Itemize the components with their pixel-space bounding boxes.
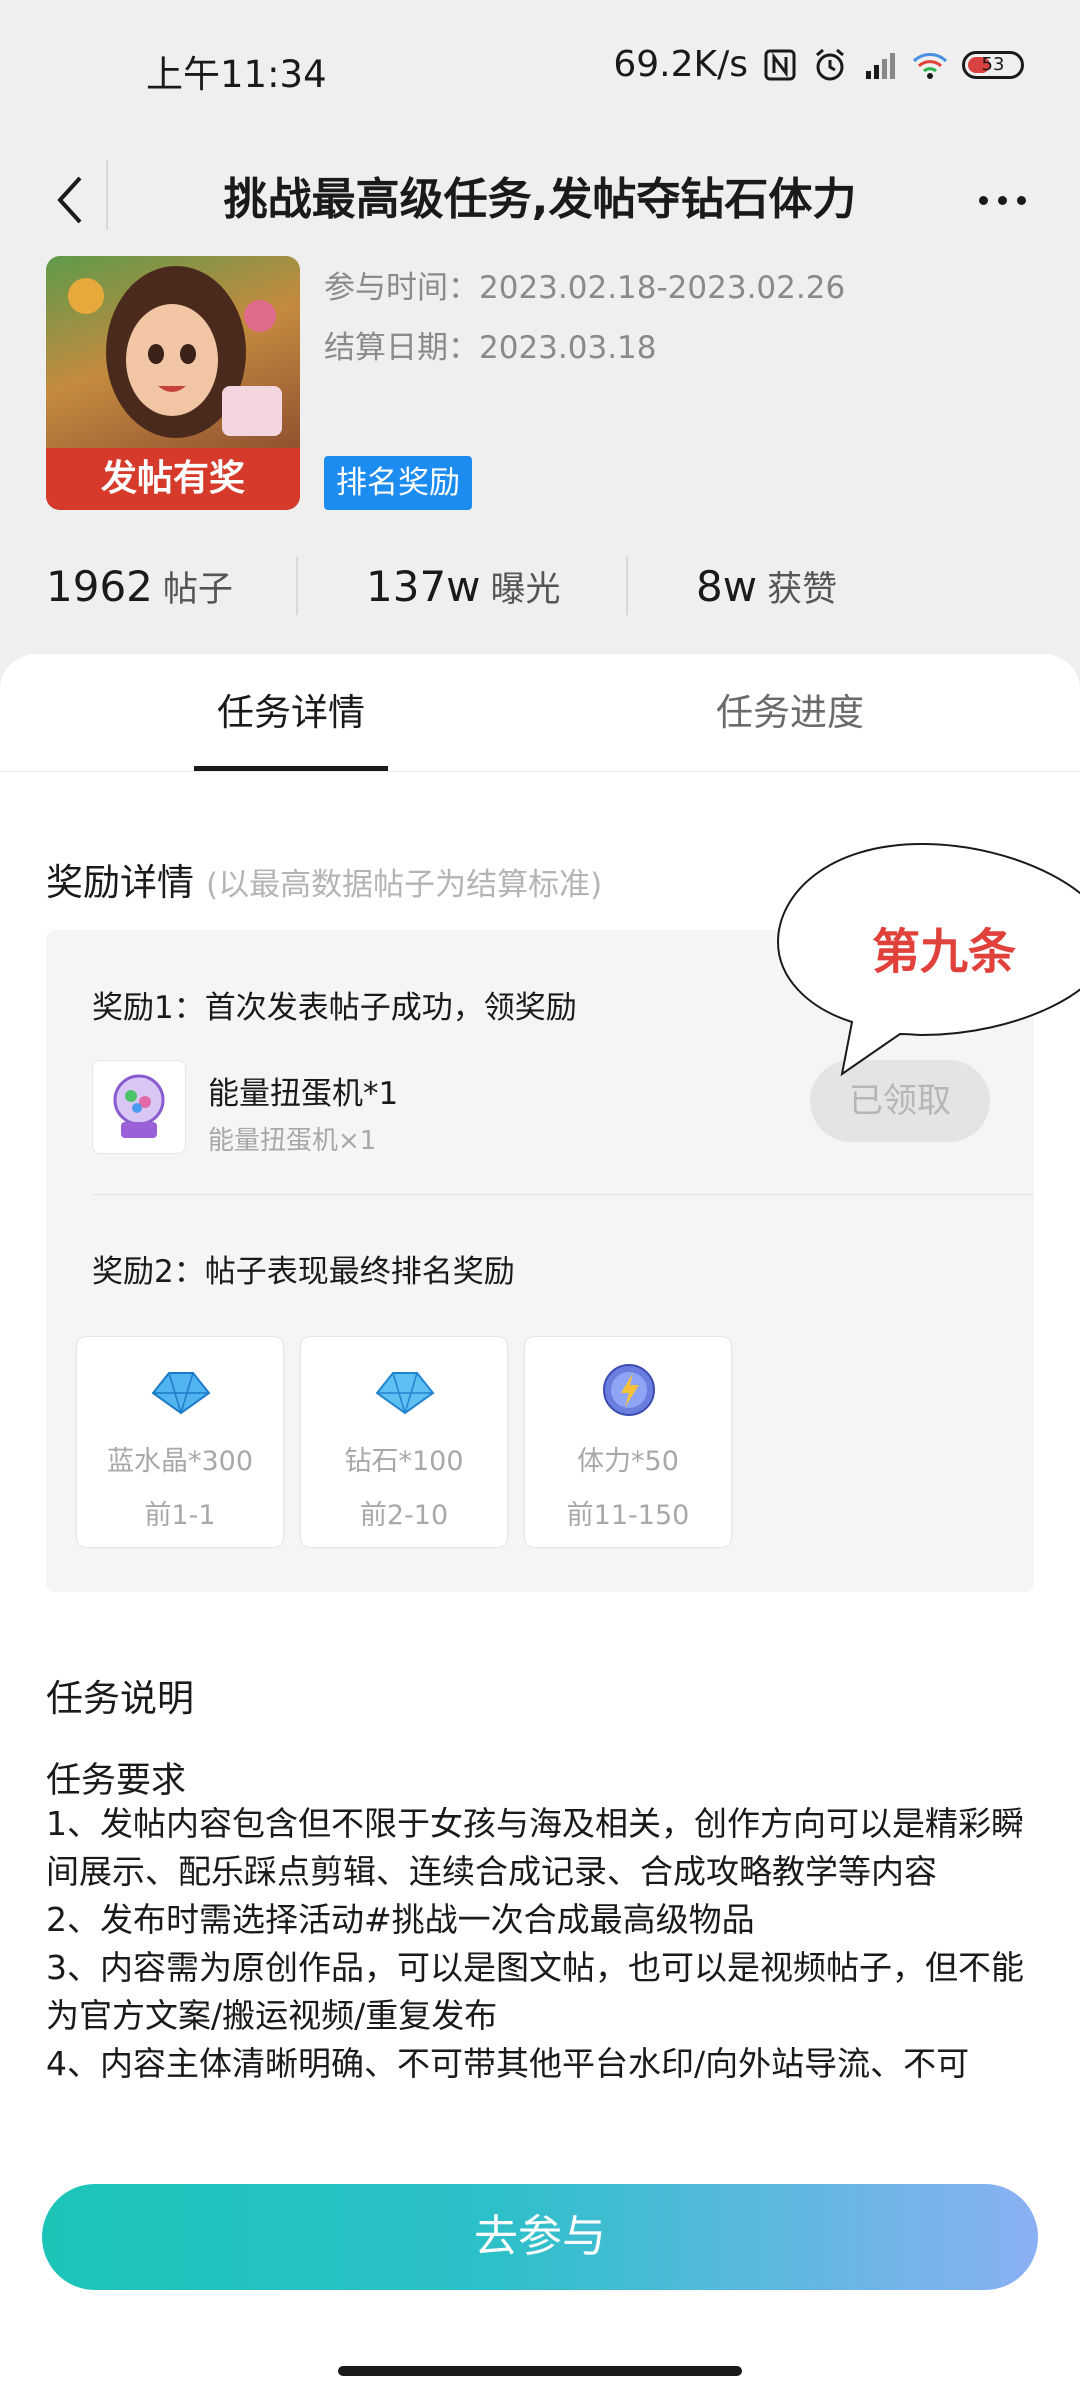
more-dot xyxy=(997,195,1007,205)
tab-bar: 任务详情 任务进度 xyxy=(0,654,1080,772)
blue-crystal-icon xyxy=(151,1372,211,1415)
network-speed: 69.2K/s xyxy=(613,44,748,85)
requirement-title: 任务要求 xyxy=(46,1761,187,1801)
reward2-title: 奖励2：帖子表现最终排名奖励 xyxy=(92,1254,515,1290)
more-button[interactable] xyxy=(952,140,1052,260)
requirement-item: 1、发帖内容包含但不限于女孩与海及相关，创作方向可以是精彩瞬间展示、配乐踩点剪辑… xyxy=(46,1804,1024,1891)
alarm-icon xyxy=(816,48,844,80)
reward1-item-name: 能量扭蛋机*1 xyxy=(208,1076,399,1112)
prize-name: 蓝水晶*300 xyxy=(106,1446,254,1477)
requirement-list: 1、发帖内容包含但不限于女孩与海及相关，创作方向可以是精彩瞬间展示、配乐踩点剪辑… xyxy=(46,1800,1036,2088)
stat-posts: 1962 帖子 xyxy=(46,552,233,622)
join-button[interactable]: 去参与 xyxy=(42,2184,1038,2290)
nfc-icon xyxy=(764,49,796,80)
more-dot xyxy=(978,195,988,205)
cover-banner: 发帖有奖 xyxy=(46,448,300,510)
reward1-title: 奖励1：首次发表帖子成功，领奖励 xyxy=(92,990,577,1026)
prize-rank: 前1-1 xyxy=(144,1500,216,1531)
settlement-date: 结算日期：2023.03.18 xyxy=(324,330,657,366)
stat-likes: 8w 获赞 xyxy=(696,552,837,622)
prize-card: 钻石*100 前2-10 xyxy=(300,1336,508,1548)
stat-exposure: 137w 曝光 xyxy=(366,552,561,622)
stat-value: 1962 xyxy=(46,562,153,611)
requirement-item: 2、发布时需选择活动#挑战一次合成最高级物品 xyxy=(46,1900,755,1939)
stat-unit: 帖子 xyxy=(162,570,233,610)
diamond-icon xyxy=(375,1372,435,1415)
task-stats: 1962 帖子 137w 曝光 8w 获赞 xyxy=(0,552,1080,622)
character-illustration xyxy=(68,266,282,438)
prize-rank: 前2-10 xyxy=(359,1500,449,1531)
stat-value: 8w xyxy=(696,562,758,611)
stat-divider xyxy=(626,557,628,615)
prize-name: 钻石*100 xyxy=(344,1446,464,1477)
battery-icon: 53 xyxy=(962,50,1024,79)
ranking-reward-tag: 排名奖励 xyxy=(324,456,472,510)
tab-task-progress[interactable]: 任务进度 xyxy=(690,654,890,772)
energy-icon xyxy=(603,1364,655,1416)
requirement-item: 3、内容需为原创作品，可以是图文帖，也可以是视频帖子，但不能为官方文案/搬运视频… xyxy=(46,1948,1024,2035)
participation-time: 参与时间：2023.02.18-2023.02.26 xyxy=(324,270,846,306)
stat-unit: 曝光 xyxy=(490,570,561,610)
task-detail-card: 任务详情 任务进度 奖励详情 (以最高数据帖子为结算标准) 奖励1：首次发表帖子成… xyxy=(0,654,1080,2400)
tab-task-details[interactable]: 任务详情 xyxy=(194,654,388,772)
back-button[interactable] xyxy=(30,140,110,260)
reward-section-title: 奖励详情 (以最高数据帖子为结算标准) xyxy=(46,852,602,906)
prize-name: 体力*50 xyxy=(577,1446,679,1477)
prize-card: 蓝水晶*300 前1-1 xyxy=(76,1336,284,1548)
stat-value: 137w xyxy=(366,562,481,611)
wifi-icon xyxy=(912,52,948,79)
prize-rank: 前11-150 xyxy=(566,1500,690,1531)
gacha-machine-icon xyxy=(92,1060,186,1154)
status-bar: 上午11:34 69.2K/s 53 xyxy=(0,0,1080,130)
requirement-item: 4、内容主体清晰明确、不可带其他平台水印/向外站导流、不可 xyxy=(46,2044,970,2083)
home-indicator[interactable] xyxy=(338,2366,742,2376)
active-tab-indicator xyxy=(194,766,388,771)
stat-unit: 获赞 xyxy=(767,570,838,610)
reward-divider xyxy=(92,1194,1034,1195)
description-title: 任务说明 xyxy=(46,1677,194,1720)
reward-title: 奖励详情 xyxy=(46,861,194,904)
chevron-left-icon xyxy=(57,176,82,224)
more-dot xyxy=(1016,195,1026,205)
prize-card: 体力*50 前11-150 xyxy=(524,1336,732,1548)
signal-icon xyxy=(866,52,895,79)
task-cover-image: 发帖有奖 xyxy=(46,256,300,510)
annotation-text: 第九条 xyxy=(872,924,1017,980)
nav-divider xyxy=(106,160,108,230)
stat-divider xyxy=(296,557,298,615)
reward-hint: (以最高数据帖子为结算标准) xyxy=(206,867,603,903)
status-icons: 69.2K/s 53 xyxy=(613,44,1024,85)
status-time: 上午11:34 xyxy=(146,53,327,96)
page-title: 挑战最高级任务,发帖夺钻石体力 xyxy=(223,174,857,225)
reward1-item-sub: 能量扭蛋机×1 xyxy=(208,1126,377,1156)
